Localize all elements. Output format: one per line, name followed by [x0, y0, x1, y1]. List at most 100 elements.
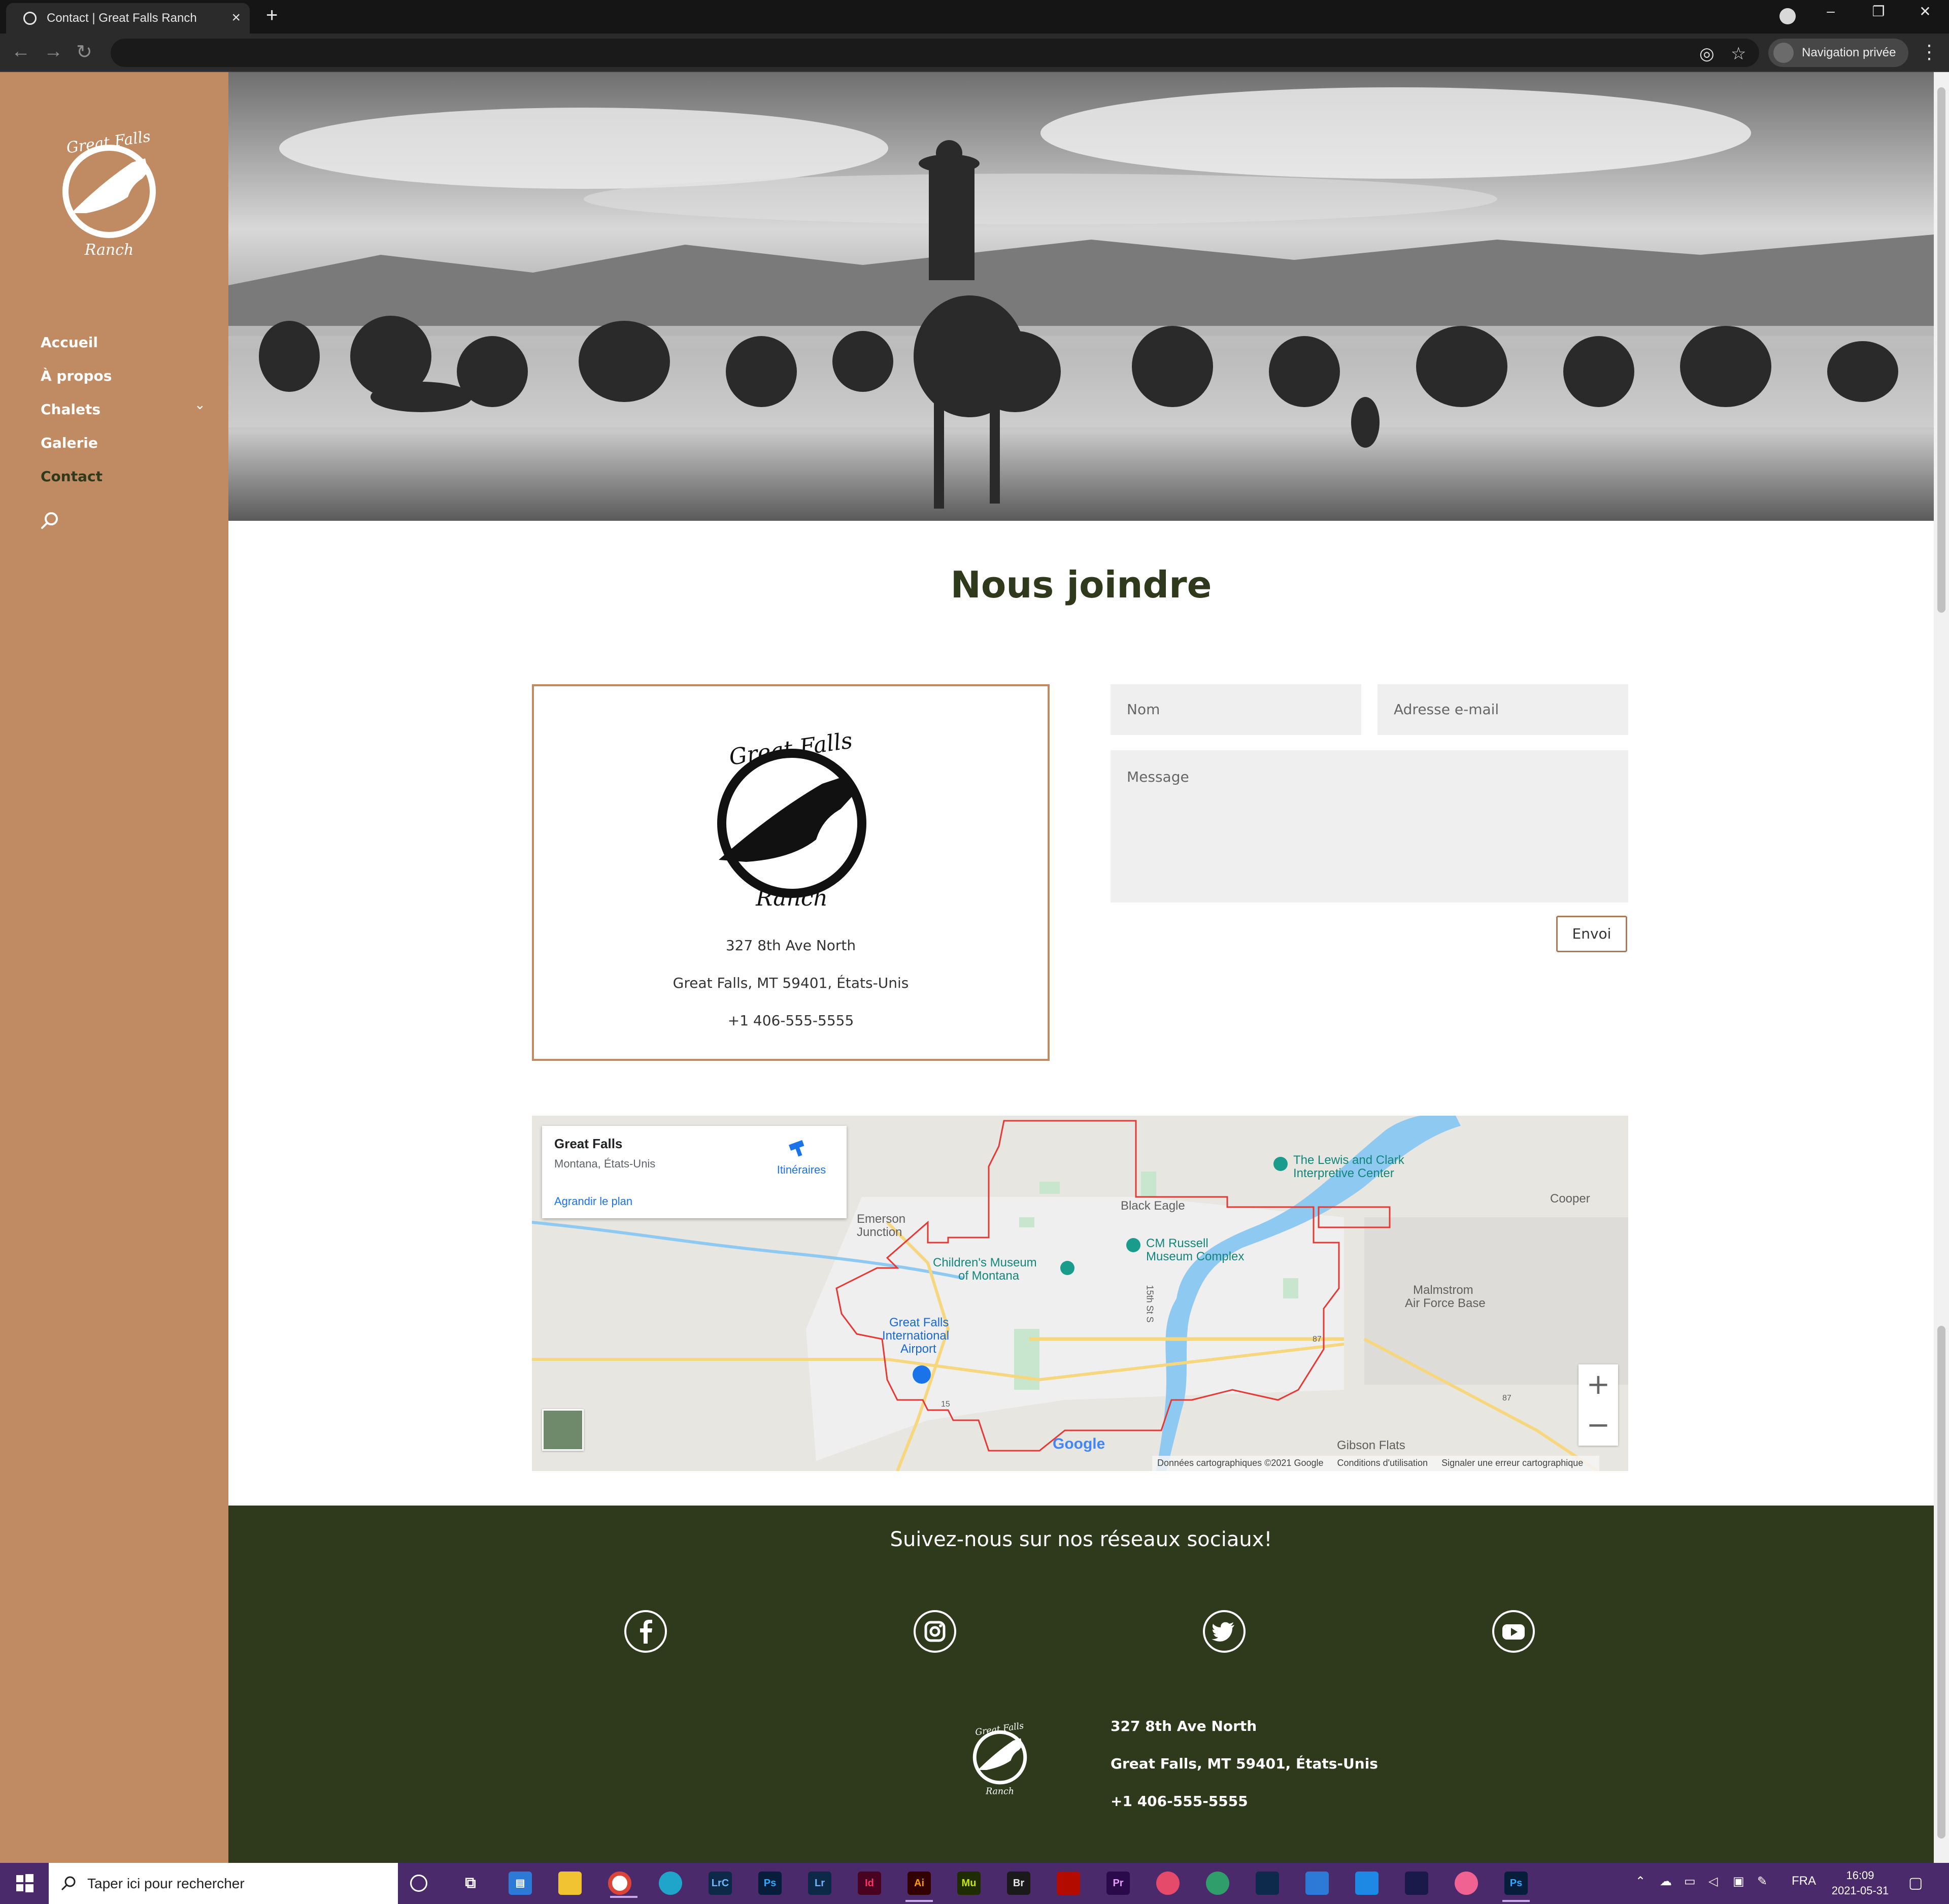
forward-arrow-icon[interactable]: →: [44, 41, 63, 62]
pen-icon[interactable]: ✎: [1757, 1874, 1767, 1889]
itunes-icon[interactable]: [1455, 1872, 1478, 1895]
display-icon[interactable]: ▣: [1733, 1874, 1744, 1889]
bookmark-star-icon[interactable]: ☆: [1731, 44, 1746, 64]
scrollbar-thumb[interactable]: [1937, 87, 1945, 613]
card-phone[interactable]: +1 406-555-5555: [534, 1012, 1048, 1029]
contact-info-card: Great Falls Ranch 327 8th Ave North Grea…: [532, 684, 1050, 1061]
browser-menu-icon[interactable]: ⋮: [1920, 41, 1939, 63]
directions-icon[interactable]: [788, 1139, 808, 1159]
page-title: Nous joindre: [950, 563, 1212, 606]
map-shield-i15: 15: [941, 1400, 950, 1409]
cortana-icon[interactable]: [410, 1875, 427, 1892]
network-icon[interactable]: ▭: [1684, 1874, 1696, 1889]
illustrator-icon[interactable]: Ai: [905, 1872, 933, 1902]
whiteboard-icon[interactable]: [1355, 1872, 1379, 1895]
map-report-link[interactable]: Signaler une erreur cartographique: [1441, 1458, 1583, 1468]
map-label-lewis-clark[interactable]: The Lewis and Clark: [1293, 1153, 1404, 1167]
chevron-down-icon[interactable]: ⌄: [194, 397, 206, 413]
map-label-cm-russell-2[interactable]: Museum Complex: [1146, 1250, 1244, 1264]
bridge-icon[interactable]: Br: [1007, 1872, 1030, 1895]
volume-icon[interactable]: ◁: [1708, 1874, 1718, 1889]
svg-text:Ranch: Ranch: [84, 241, 134, 259]
reload-icon[interactable]: ↻: [76, 41, 92, 63]
sidebar: Great Falls Ranch Accueil À propos Chale…: [0, 72, 228, 1863]
photoshop-running-icon[interactable]: Ps: [1502, 1872, 1530, 1902]
photoshop-icon[interactable]: Ps: [758, 1872, 782, 1895]
google-logo: Google: [1053, 1435, 1105, 1452]
map-label-childrens-museum-2[interactable]: of Montana: [958, 1269, 1019, 1283]
taskbar-search-placeholder: Taper ici pour rechercher: [87, 1875, 245, 1891]
footer-phone[interactable]: +1 406-555-5555: [1111, 1793, 1248, 1810]
muse-icon[interactable]: Mu: [957, 1872, 981, 1895]
page-scrollbar[interactable]: [1934, 72, 1949, 1863]
close-window-button[interactable]: ✕: [1902, 3, 1948, 20]
facebook-icon[interactable]: [624, 1610, 667, 1653]
search-icon[interactable]: [40, 511, 60, 531]
satellite-toggle-button[interactable]: [542, 1409, 584, 1451]
message-textarea[interactable]: Message: [1111, 750, 1628, 903]
email-input[interactable]: Adresse e-mail: [1377, 684, 1628, 735]
language-indicator[interactable]: FRA: [1792, 1874, 1816, 1888]
youtube-icon[interactable]: [1492, 1610, 1535, 1653]
tab-search-icon[interactable]: [1779, 8, 1796, 24]
chrome-icon[interactable]: [608, 1872, 637, 1898]
notifications-icon[interactable]: ▢: [1908, 1874, 1923, 1892]
acrobat-icon[interactable]: [1057, 1872, 1080, 1895]
minimize-button[interactable]: –: [1808, 3, 1854, 19]
font-app-icon[interactable]: [1405, 1872, 1428, 1895]
map-label-lewis-clark-2[interactable]: Interpretive Center: [1293, 1166, 1394, 1181]
submit-button[interactable]: Envoi: [1556, 916, 1627, 952]
nav-item-a-propos[interactable]: À propos: [41, 359, 112, 393]
media-encoder-icon[interactable]: [1256, 1872, 1279, 1895]
map-label-airport-2[interactable]: International: [882, 1329, 949, 1343]
nav-item-galerie[interactable]: Galerie: [41, 426, 112, 460]
back-arrow-icon[interactable]: ←: [11, 41, 30, 62]
restore-button[interactable]: ❐: [1856, 3, 1901, 20]
indesign-icon[interactable]: Id: [858, 1872, 881, 1895]
browser-tab[interactable]: Contact | Great Falls Ranch ×: [6, 3, 250, 34]
task-view-icon[interactable]: ⧉: [459, 1872, 482, 1895]
map-enlarge-link[interactable]: Agrandir le plan: [554, 1195, 632, 1208]
map-directions-link[interactable]: Itinéraires: [768, 1163, 834, 1177]
map-terms-link[interactable]: Conditions d'utilisation: [1337, 1458, 1428, 1468]
instagram-icon[interactable]: [914, 1610, 956, 1653]
map-zoom-controls: + −: [1578, 1364, 1618, 1446]
nav-item-accueil[interactable]: Accueil: [41, 326, 112, 359]
map-label-gibson-flats: Gibson Flats: [1337, 1439, 1405, 1452]
map-label-airport[interactable]: Great Falls: [889, 1316, 949, 1330]
map-label-airport-3[interactable]: Airport: [900, 1342, 936, 1356]
store-icon[interactable]: ▤: [509, 1872, 532, 1895]
address-bar[interactable]: ◎ ☆: [111, 39, 1759, 67]
zoom-out-button[interactable]: −: [1578, 1405, 1618, 1446]
map-label-childrens-museum[interactable]: Children's Museum: [933, 1256, 1037, 1270]
ranch-logo[interactable]: Great Falls Ranch: [56, 123, 162, 265]
name-input[interactable]: Nom: [1111, 684, 1361, 735]
close-tab-icon[interactable]: ×: [231, 9, 241, 26]
google-map[interactable]: The Lewis and Clark Interpretive Center …: [532, 1116, 1628, 1471]
zoom-in-button[interactable]: +: [1578, 1364, 1618, 1405]
map-shield-87a: 87: [1313, 1335, 1322, 1344]
taskbar-search-box[interactable]: Taper ici pour rechercher: [49, 1863, 398, 1904]
premiere-icon[interactable]: Pr: [1106, 1872, 1130, 1895]
twitter-icon[interactable]: [1203, 1610, 1246, 1653]
taskbar-clock[interactable]: 16:09 2021-05-31: [1822, 1868, 1898, 1898]
scrollbar-thumb-secondary[interactable]: [1937, 1326, 1945, 1839]
lightroom-icon[interactable]: Lr: [808, 1872, 831, 1895]
map-label-cm-russell[interactable]: CM Russell: [1146, 1237, 1208, 1251]
creative-cloud-icon[interactable]: [1156, 1872, 1180, 1895]
tray-expand-icon[interactable]: ⌃: [1635, 1874, 1645, 1889]
footer-address-line2: Great Falls, MT 59401, États-Unis: [1111, 1755, 1378, 1772]
windows-start-icon[interactable]: [0, 1863, 49, 1904]
edge-icon[interactable]: [659, 1872, 682, 1895]
onedrive-icon[interactable]: ☁: [1660, 1874, 1672, 1889]
maps-app-icon[interactable]: [1206, 1872, 1229, 1895]
notes-icon[interactable]: [1305, 1872, 1329, 1895]
file-explorer-icon[interactable]: [558, 1872, 582, 1895]
nav-item-contact[interactable]: Contact: [41, 460, 112, 493]
eye-off-icon[interactable]: ◎: [1699, 44, 1715, 64]
lightroom-classic-icon[interactable]: LrC: [709, 1872, 732, 1895]
nav-item-chalets[interactable]: Chalets: [41, 393, 112, 426]
private-mode-label: Navigation privée: [1802, 46, 1896, 59]
private-mode-badge[interactable]: Navigation privée: [1768, 39, 1908, 67]
new-tab-button[interactable]: +: [266, 4, 278, 27]
